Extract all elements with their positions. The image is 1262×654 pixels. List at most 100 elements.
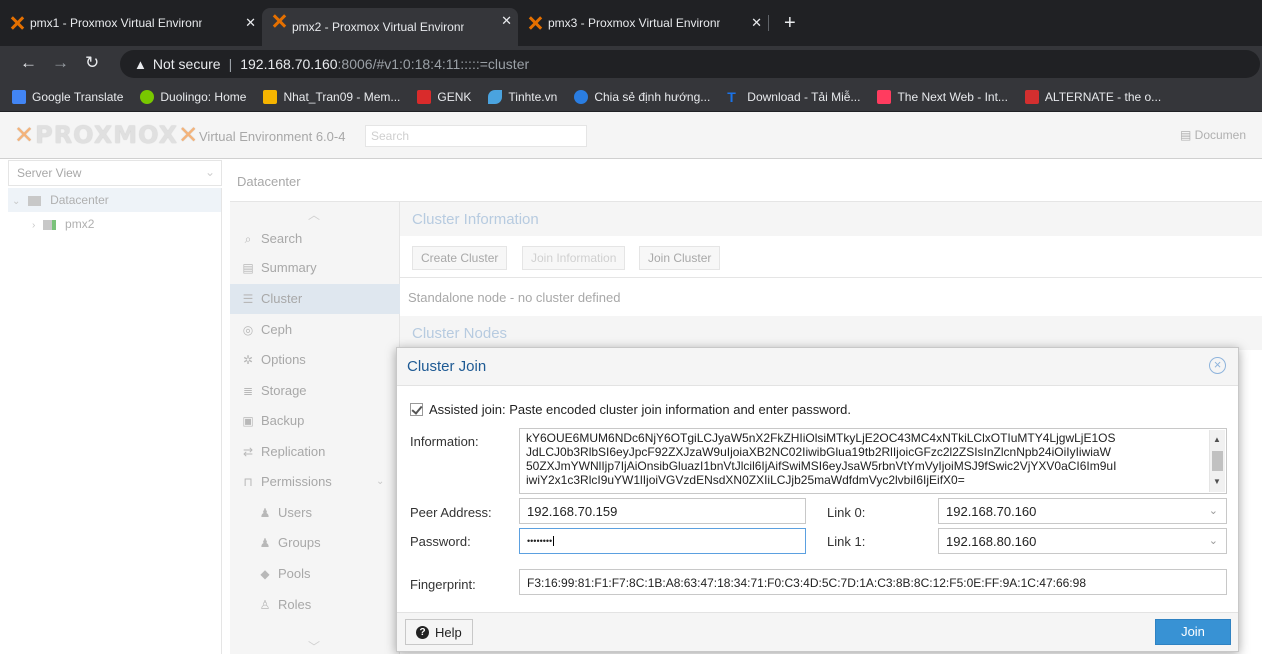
proxmox-logo: ✕PROXMOX✕ [14, 121, 200, 149]
bookmark-label: Google Translate [32, 89, 124, 104]
warning-triangle-icon[interactable]: ▲ [134, 57, 147, 72]
forward-arrow-icon[interactable]: → [52, 52, 69, 74]
menu-item-label: Options [261, 352, 306, 367]
dialog-title: Cluster Join [397, 348, 1238, 386]
menu-item-pools[interactable]: ◆ Pools [230, 559, 400, 589]
bookmark-google-translate[interactable]: Google Translate [12, 89, 124, 104]
chevron-right-icon: › [32, 220, 36, 231]
tags-icon: ◆ [260, 567, 270, 581]
close-tab-icon[interactable]: ✕ [501, 13, 512, 29]
menu-item-permissions[interactable]: ⊓ Permissions ⌄ [230, 467, 400, 497]
back-arrow-icon[interactable]: ← [20, 52, 37, 74]
pve-search-input[interactable]: Search [365, 125, 587, 147]
fingerprint-field[interactable]: F3:16:99:81:F1:F7:8C:1B:A8:63:47:18:34:7… [519, 569, 1227, 595]
bookmark-chia-se[interactable]: Chia sẻ định hướng... [574, 89, 710, 104]
menu-item-label: Storage [261, 383, 307, 398]
server-icon: ☰ [242, 292, 254, 306]
chevron-down-icon: ⌄ [1208, 505, 1218, 517]
server-view-select[interactable]: Server View ⌄ [8, 160, 222, 186]
tab-title: pmx3 - Proxmox Virtual Environm [548, 16, 720, 30]
help-button[interactable]: ? Help [405, 619, 473, 645]
logo-text: PROXMOX [35, 121, 179, 149]
menu-item-storage[interactable]: ≣ Storage [230, 376, 400, 406]
bookmark-download[interactable]: T Download - Tải Miễ... [727, 90, 860, 104]
bookmark-tinhte[interactable]: Tinhte.vn [488, 89, 557, 104]
link1-value: 192.168.80.160 [946, 534, 1037, 549]
information-line: JdLCJ0b3RlbSI6eyJpcF92ZXJzaW9uIjoiaXB2NC… [526, 445, 1111, 459]
node-online-icon [42, 219, 56, 230]
browser-tab-pmx3[interactable]: pmx3 - Proxmox Virtual Environm ✕ [518, 10, 769, 36]
join-information-button[interactable]: Join Information [522, 246, 626, 270]
join-button[interactable]: Join [1155, 619, 1231, 645]
alternate-icon [1024, 89, 1039, 104]
scroll-up-arrow-icon[interactable]: ▲ [1213, 433, 1221, 447]
bookmark-the-next-web[interactable]: The Next Web - Int... [877, 89, 1008, 104]
password-field[interactable]: •••••••• [519, 528, 806, 554]
menu-item-search[interactable]: ⌕ Search [230, 224, 400, 254]
create-cluster-button[interactable]: Create Cluster [412, 246, 508, 270]
tree-item-datacenter[interactable]: ⌄ Datacenter [8, 188, 221, 212]
information-line: 50ZXJmYWNlIjp7IjAiOnsibGluazI1bnVtJlcil6… [526, 459, 1117, 473]
male-icon: ♙ [259, 598, 271, 612]
scroll-up-icon[interactable]: ︿ [308, 206, 320, 223]
users-icon: ♟ [259, 536, 271, 550]
bookmark-genk[interactable]: GENK [417, 89, 472, 104]
menu-item-label: Groups [278, 535, 321, 550]
tree-item-label: pmx2 [65, 217, 95, 231]
password-value: •••••••• [527, 536, 553, 546]
menu-item-label: Permissions [261, 474, 332, 489]
bookmark-alternate[interactable]: ALTERNATE - the o... [1024, 89, 1161, 104]
tinhte-icon [488, 89, 503, 104]
scroll-down-icon[interactable]: ﹀ [308, 638, 320, 654]
address-bar[interactable]: ▲ Not secure | 192.168.70.160 :8006/#v1:… [120, 50, 1260, 78]
menu-item-ceph[interactable]: ◎ Ceph [230, 315, 400, 345]
reload-icon[interactable]: ↻ [85, 52, 99, 74]
security-label[interactable]: Not secure [153, 56, 221, 72]
peer-address-field[interactable]: 192.168.70.159 [519, 498, 806, 524]
link0-select[interactable]: 192.168.70.160 ⌄ [938, 498, 1227, 524]
menu-item-groups[interactable]: ♟ Groups [230, 528, 400, 558]
checkbox-checked-icon[interactable] [410, 403, 423, 416]
retweet-icon: ⇄ [242, 445, 254, 459]
chevron-down-icon: ⌄ [376, 476, 385, 487]
information-textarea[interactable]: kY6OUE6MUM6NDc6NjY6OTgiLCJyaW5nX2FkZHIiO… [519, 428, 1227, 494]
browser-tab-pmx2[interactable]: pmx2 - Proxmox Virtual Environm ✕ [262, 8, 518, 46]
help-label: Help [435, 624, 462, 640]
bookmark-memrise[interactable]: Nhat_Tran09 - Mem... [263, 89, 400, 104]
menu-item-roles[interactable]: ♙ Roles [230, 590, 400, 620]
standalone-status: Standalone node - no cluster defined [408, 290, 621, 305]
menu-item-replication[interactable]: ⇄ Replication [230, 437, 400, 467]
tree-item-label: Datacenter [50, 193, 109, 207]
menu-item-options[interactable]: ✲ Options [230, 345, 400, 375]
menu-item-label: Replication [261, 444, 326, 459]
close-tab-icon[interactable]: ✕ [751, 15, 762, 31]
bookmark-label: The Next Web - Int... [897, 89, 1008, 104]
menu-item-cluster[interactable]: ☰ Cluster [230, 284, 400, 314]
scroll-down-arrow-icon[interactable]: ▼ [1213, 475, 1221, 489]
book-icon: ▤ [1180, 128, 1195, 142]
information-label: Information: [410, 434, 479, 449]
menu-item-summary[interactable]: ▤ Summary [230, 253, 400, 283]
textarea-scrollbar[interactable]: ▲ ▼ [1209, 430, 1225, 492]
close-tab-icon[interactable]: ✕ [245, 15, 256, 31]
chevron-down-icon: ⌄ [204, 165, 215, 179]
tab-title: pmx1 - Proxmox Virtual Environm [30, 16, 202, 30]
browser-toolbar: ← → ↻ ▲ Not secure | 192.168.70.160 :800… [0, 46, 1262, 82]
browser-tab-pmx1[interactable]: pmx1 - Proxmox Virtual Environm ✕ [0, 10, 262, 36]
join-cluster-button[interactable]: Join Cluster [639, 246, 721, 270]
bookmark-label: GENK [437, 89, 472, 104]
floppy-icon: ▣ [242, 414, 254, 428]
ceph-icon: ◎ [242, 323, 254, 337]
close-icon[interactable]: × [1209, 357, 1226, 374]
documentation-button[interactable]: ▤ Documen [1180, 128, 1246, 142]
bookmark-duolingo[interactable]: Duolingo: Home [140, 89, 246, 104]
menu-item-users[interactable]: ♟ Users [230, 498, 400, 528]
assisted-join-checkbox[interactable]: Assisted join: Paste encoded cluster joi… [410, 402, 851, 417]
link1-select[interactable]: 192.168.80.160 ⌄ [938, 528, 1227, 554]
chevron-down-icon: ⌄ [1208, 535, 1218, 547]
scrollbar-thumb[interactable] [1212, 451, 1223, 471]
new-tab-icon[interactable]: + [784, 13, 796, 33]
menu-item-backup[interactable]: ▣ Backup [230, 406, 400, 436]
datacenter-menu: ︿ ⌕ Search ▤ Summary ☰ Cluster ◎ Ceph ✲ Optio… [230, 202, 400, 654]
tree-item-node-pmx2[interactable]: › pmx2 [8, 212, 221, 236]
